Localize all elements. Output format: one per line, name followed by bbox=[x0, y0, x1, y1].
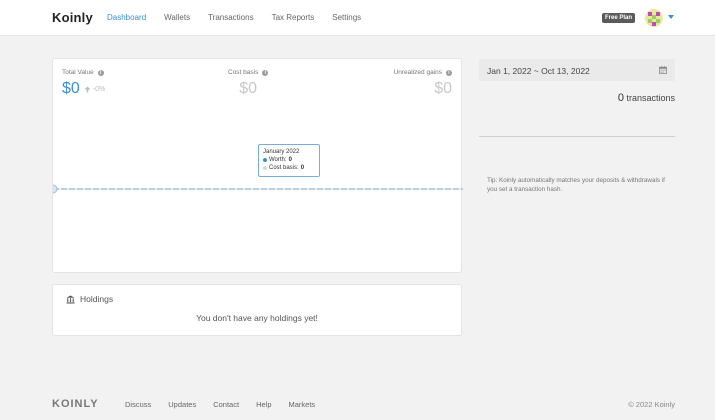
top-navbar: Koinly Dashboard Wallets Transactions Ta… bbox=[0, 0, 715, 36]
footer-link-discuss[interactable]: Discuss bbox=[125, 400, 151, 409]
sidebar-tip: Tip: Koinly automatically matches your d… bbox=[487, 177, 665, 193]
footer-link-contact[interactable]: Contact bbox=[213, 400, 239, 409]
avatar-identicon-icon bbox=[645, 9, 663, 27]
nav-wallets[interactable]: Wallets bbox=[164, 13, 190, 22]
data-point-marker[interactable] bbox=[53, 184, 58, 194]
holdings-empty-message: You don't have any holdings yet! bbox=[196, 313, 318, 323]
footer-logo[interactable]: KOINLY bbox=[52, 398, 99, 410]
holdings-title: Holdings bbox=[80, 294, 114, 304]
tooltip-worth-row: Worth: 0 bbox=[263, 156, 315, 164]
transactions-count-label: transactions bbox=[626, 93, 675, 103]
sidebar-divider bbox=[479, 136, 675, 137]
footer-link-markets[interactable]: Markets bbox=[289, 400, 316, 409]
nav-tax-reports[interactable]: Tax Reports bbox=[272, 13, 315, 22]
nav-transactions[interactable]: Transactions bbox=[208, 13, 254, 22]
calendar-icon bbox=[659, 66, 667, 74]
footer-link-help[interactable]: Help bbox=[256, 400, 271, 409]
tooltip-cost-row: Cost basis: 0 bbox=[263, 164, 315, 172]
footer-links: Discuss Updates Contact Help Markets bbox=[125, 400, 315, 409]
chart-tooltip: January 2022 Worth: 0 Cost basis: 0 bbox=[258, 144, 320, 177]
user-avatar[interactable] bbox=[645, 9, 663, 27]
tooltip-worth-value: 0 bbox=[288, 157, 292, 163]
plan-badge[interactable]: Free Plan bbox=[602, 13, 636, 23]
tooltip-cost-value: 0 bbox=[300, 165, 305, 171]
portfolio-chart-card: Total Value i $0 -0% Cost basis i $0 Unr… bbox=[52, 58, 463, 273]
footer-link-updates[interactable]: Updates bbox=[168, 400, 196, 409]
transactions-count[interactable]: 0 transactions bbox=[618, 92, 675, 104]
footer-copyright: © 2022 Koinly bbox=[628, 400, 675, 409]
bank-icon bbox=[66, 295, 75, 303]
tooltip-worth-label: Worth: bbox=[269, 157, 287, 163]
nav-settings[interactable]: Settings bbox=[332, 13, 361, 22]
tooltip-cost-label: Cost basis: bbox=[269, 165, 299, 171]
holdings-card: Holdings You don't have any holdings yet… bbox=[52, 284, 462, 336]
tooltip-title: January 2022 bbox=[263, 149, 300, 155]
app-logo[interactable]: Koinly bbox=[52, 10, 93, 25]
nav-dashboard[interactable]: Dashboard bbox=[107, 13, 146, 22]
main-nav: Dashboard Wallets Transactions Tax Repor… bbox=[107, 13, 361, 22]
transactions-count-number: 0 bbox=[617, 92, 624, 104]
chevron-down-icon[interactable] bbox=[668, 15, 674, 19]
cost-series-dot bbox=[263, 166, 267, 170]
worth-series-dot bbox=[263, 158, 267, 162]
date-range-picker[interactable]: Jan 1, 2022 ~ Oct 13, 2022 bbox=[479, 59, 675, 81]
date-range-text: Jan 1, 2022 ~ Oct 13, 2022 bbox=[487, 66, 590, 76]
